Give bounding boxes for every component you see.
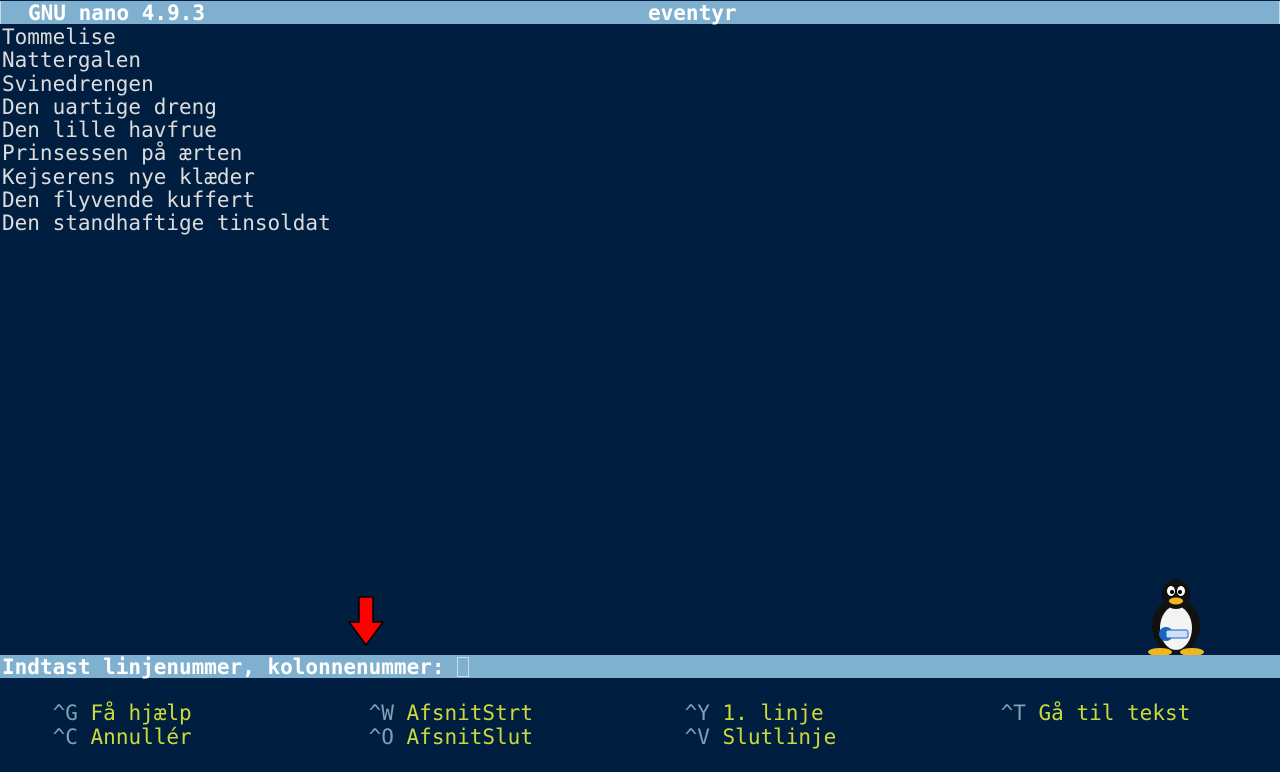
editor-line[interactable]: Den standhaftige tinsoldat — [2, 212, 331, 236]
prompt-label: Indtast linjenummer, kolonnenummer: — [2, 655, 458, 679]
shortcut-cancel[interactable]: ^C Annullér — [2, 703, 192, 772]
tux-penguin-icon — [1148, 579, 1204, 656]
app-version: GNU nano 4.9.3 — [28, 1, 206, 25]
shortcut-go-to-text[interactable]: ^T Gå til tekst — [950, 679, 1191, 748]
editor-line[interactable]: Kejserens nye klæder — [2, 165, 331, 189]
editor-line[interactable]: Tommelise — [2, 25, 331, 49]
prompt-bar[interactable]: Indtast linjenummer, kolonnenummer: — [0, 655, 1280, 679]
editor-line[interactable]: Den uartige dreng — [2, 95, 331, 119]
file-name: eventyr — [648, 1, 737, 25]
title-bar: GNU nano 4.9.3 eventyr — [0, 1, 1280, 25]
shortcut-paragraph-end[interactable]: ^O AfsnitSlut — [318, 703, 533, 772]
editor-line[interactable]: Prinsessen på ærten — [2, 142, 331, 166]
editor-line[interactable]: Den lille havfrue — [2, 118, 331, 142]
editor-line[interactable]: Svinedrengen — [2, 72, 331, 96]
editor-line[interactable]: Den flyvende kuffert — [2, 188, 331, 212]
shortcut-last-line[interactable]: ^V Slutlinje — [634, 703, 837, 772]
editor-line[interactable]: Nattergalen — [2, 48, 331, 72]
red-down-arrow-icon — [348, 596, 384, 646]
editor-area[interactable]: Tommelise Nattergalen Svinedrengen Den u… — [2, 25, 331, 236]
text-cursor[interactable] — [457, 657, 469, 677]
